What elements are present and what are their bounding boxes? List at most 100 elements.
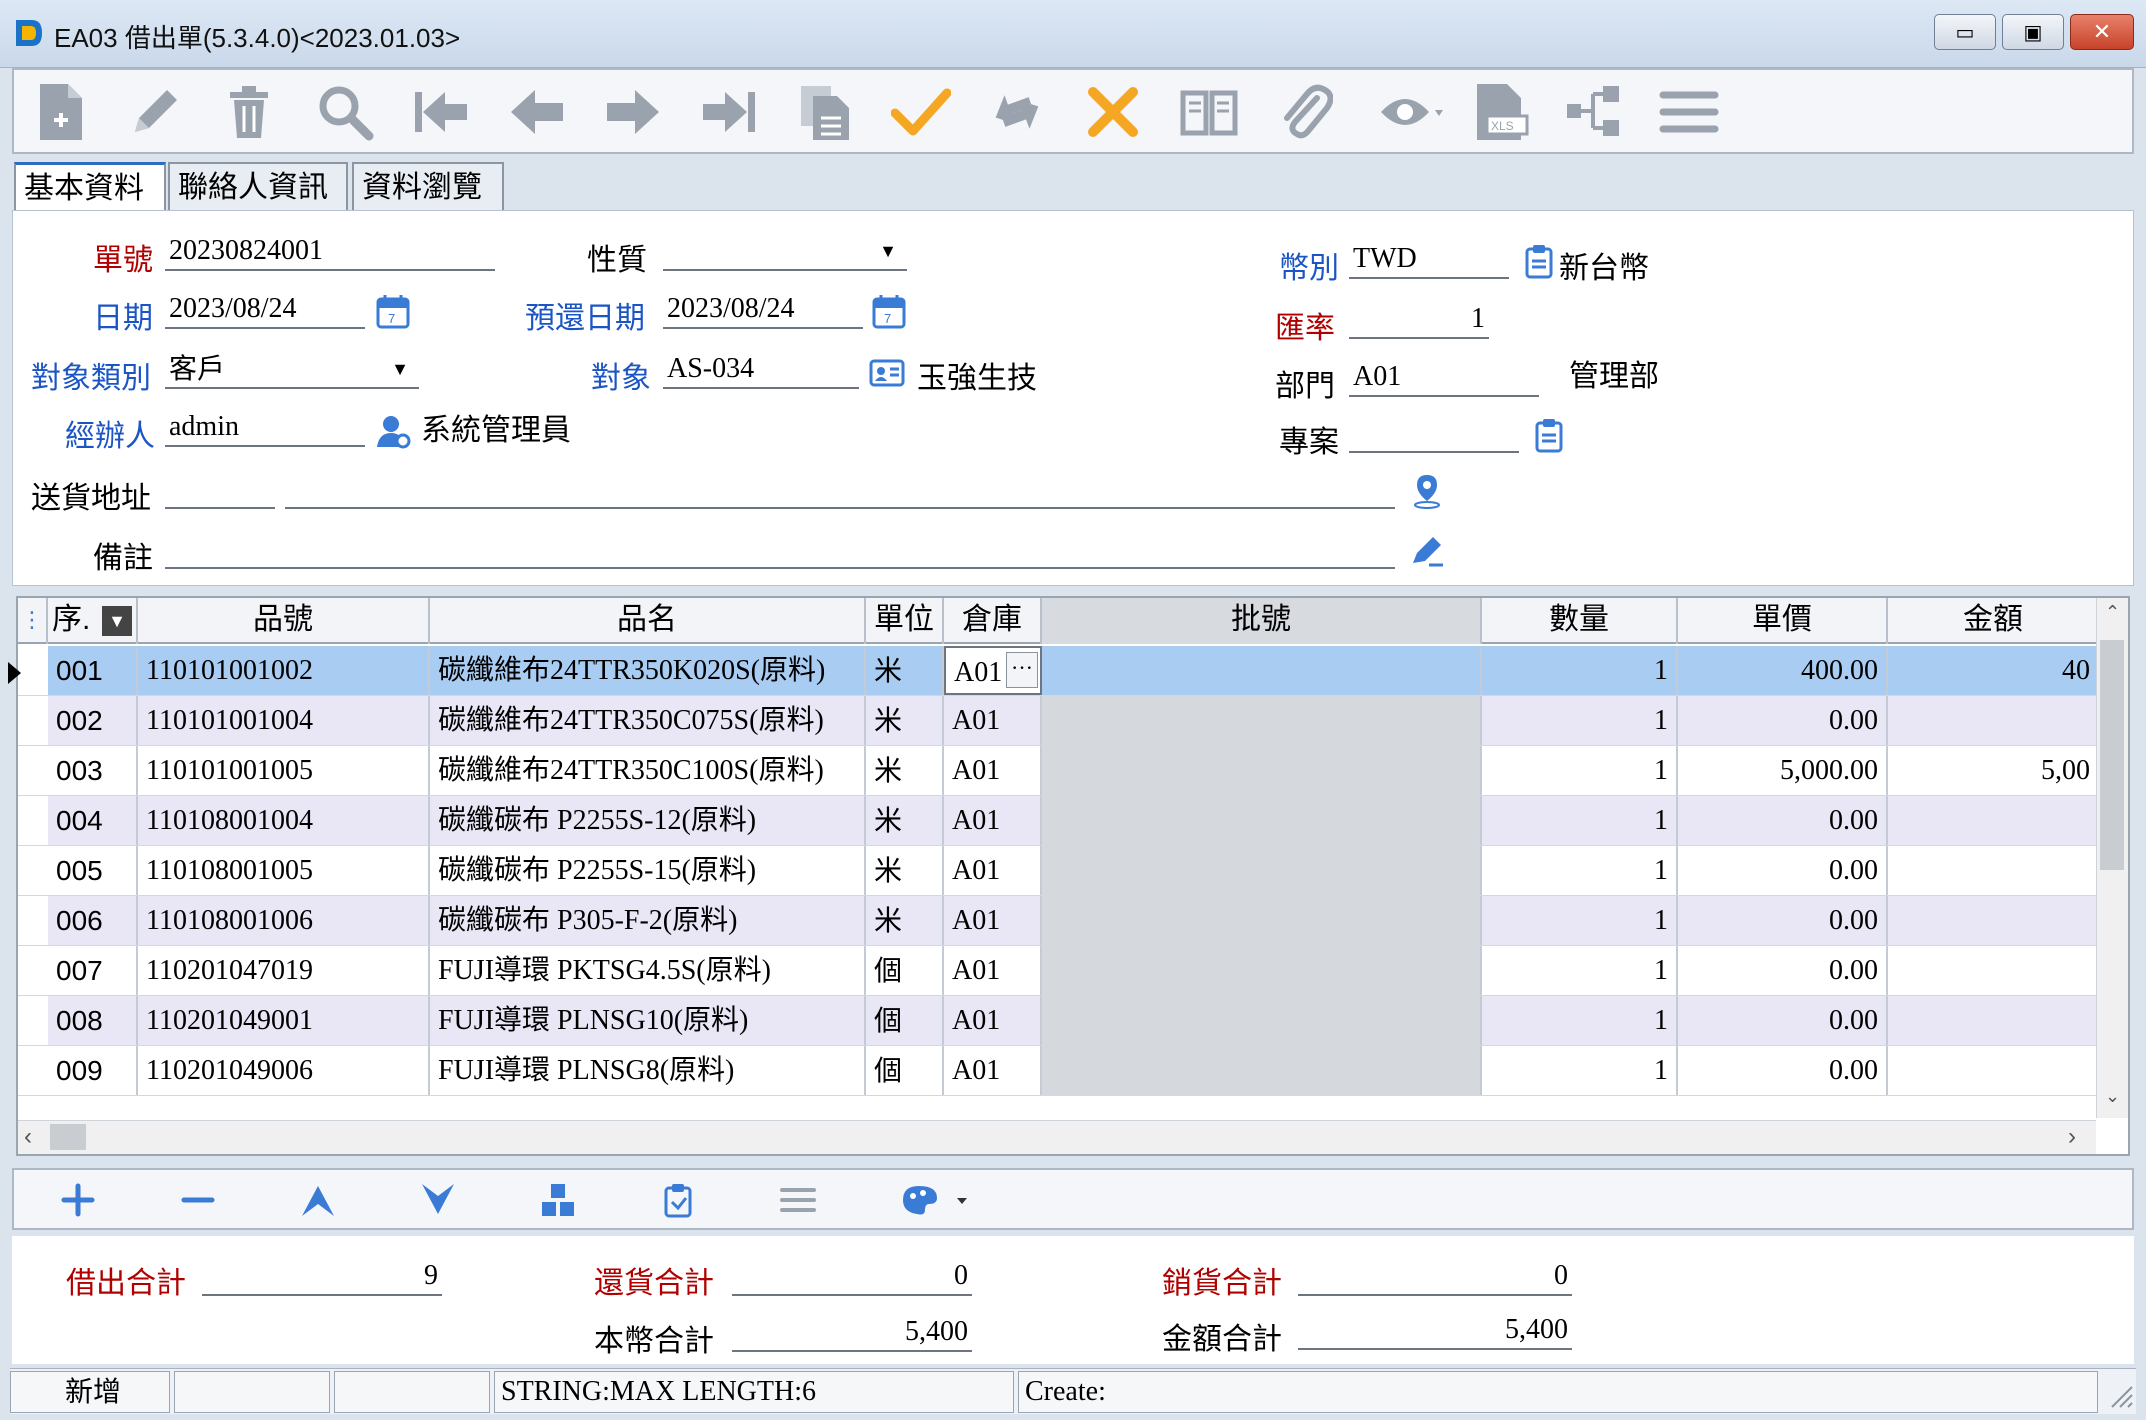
grid-cell-unit[interactable]: 米 [866, 896, 944, 945]
table-row[interactable]: 002 110101001004 碳纖維布24TTR350C075S(原料) 米 A01… [18, 696, 2098, 746]
table-row[interactable]: 004 110108001004 碳纖碳布 P2255S-12(原料) 米 A01 1 0.… [18, 796, 2098, 846]
tab-contact-info[interactable]: 聯絡人資訊 [168, 162, 348, 212]
search-button[interactable] [310, 78, 380, 146]
table-row[interactable]: 007 110201047019 FUJI導環 PKTSG4.5S(原料) 個 A01 1… [18, 946, 2098, 996]
grid-cell-price[interactable]: 0.00 [1678, 696, 1888, 745]
grid-cell-qty[interactable]: 1 [1482, 946, 1678, 995]
palette-dropdown-button[interactable] [894, 1178, 974, 1222]
table-row[interactable]: 009 110201049006 FUJI導環 PLNSG8(原料) 個 A01 1 0.0… [18, 1046, 2098, 1096]
add-row-button[interactable] [54, 1178, 102, 1222]
grid-cell-qty[interactable]: 1 [1482, 1046, 1678, 1095]
grid-cell-qty[interactable]: 1 [1482, 646, 1678, 695]
tab-data-browse[interactable]: 資料瀏覽 [352, 162, 504, 212]
grid-cell-name[interactable]: FUJI導環 PKTSG4.5S(原料) [430, 946, 866, 995]
grid-cell-wh[interactable]: A01 [944, 846, 1042, 895]
resize-grip-icon[interactable] [2108, 1383, 2134, 1409]
table-row[interactable]: 001 110101001002 碳纖維布24TTR350K020S(原料) 米 A01… [18, 646, 2098, 696]
grid-cell-price[interactable]: 0.00 [1678, 896, 1888, 945]
grid-cell-batch[interactable] [1042, 946, 1482, 995]
view-dropdown-button[interactable] [1366, 78, 1456, 146]
table-row[interactable]: 006 110108001006 碳纖碳布 P305-F-2(原料) 米 A01 1 0.0… [18, 896, 2098, 946]
excel-export-button[interactable]: XLS [1466, 78, 1536, 146]
grid-cell-qty[interactable]: 1 [1482, 696, 1678, 745]
grid-cell-unit[interactable]: 米 [866, 646, 944, 695]
maximize-button[interactable]: ▣ [2002, 14, 2064, 50]
calendar-icon[interactable]: 7 [871, 293, 907, 329]
header-seq[interactable]: 序. ▼ [48, 598, 138, 644]
grid-cell-seq[interactable]: 004 [48, 796, 138, 845]
grid-cell-amount[interactable] [1888, 946, 2098, 995]
calendar-icon[interactable]: 7 [375, 293, 411, 329]
grid-cell-amount[interactable]: 40 [1888, 646, 2098, 695]
table-row[interactable]: 003 110101001005 碳纖維布24TTR350C100S(原料) 米 A01… [18, 746, 2098, 796]
confirm-button[interactable] [886, 78, 956, 146]
grid-cell-amount[interactable] [1888, 846, 2098, 895]
header-amount[interactable]: 金額 [1888, 598, 2098, 644]
grid-cell-price[interactable]: 0.00 [1678, 846, 1888, 895]
grid-cell-name[interactable]: 碳纖維布24TTR350K020S(原料) [430, 646, 866, 695]
minimize-button[interactable]: ▭ [1934, 14, 1996, 50]
grid-cell-wh[interactable]: A01 [944, 946, 1042, 995]
grid-cell-qty[interactable]: 1 [1482, 796, 1678, 845]
grid-cell-amount[interactable] [1888, 1046, 2098, 1095]
dept-field[interactable]: A01 [1349, 357, 1539, 397]
grid-cell-wh[interactable]: A01 [944, 1046, 1042, 1095]
project-field[interactable] [1349, 413, 1519, 453]
grid-cell-name[interactable]: 碳纖維布24TTR350C100S(原料) [430, 746, 866, 795]
scroll-right-icon[interactable]: › [2068, 1123, 2076, 1151]
new-button[interactable] [26, 78, 96, 146]
date-field[interactable]: 2023/08/24 [165, 289, 365, 329]
grid-cell-unit[interactable]: 個 [866, 996, 944, 1045]
scroll-left-icon[interactable]: ‹ [24, 1123, 32, 1151]
grid-cell-price[interactable]: 5,000.00 [1678, 746, 1888, 795]
scroll-down-icon[interactable]: ⌄ [2105, 1086, 2120, 1107]
grid-cell-code[interactable]: 110201049006 [138, 1046, 430, 1095]
header-code[interactable]: 品號 [138, 598, 430, 644]
refresh-button[interactable] [982, 78, 1052, 146]
grid-cell-amount[interactable] [1888, 896, 2098, 945]
table-row[interactable]: 008 110201049001 FUJI導環 PLNSG10(原料) 個 A01 1 0.… [18, 996, 2098, 1046]
clipboard-icon[interactable] [1521, 243, 1557, 279]
grid-cell-code[interactable]: 110108001005 [138, 846, 430, 895]
clipboard-icon[interactable] [1531, 417, 1567, 453]
grid-cell-batch[interactable] [1042, 996, 1482, 1045]
grid-cell-seq[interactable]: 008 [48, 996, 138, 1045]
horizontal-scrollbar[interactable]: ‹ › [18, 1120, 2096, 1154]
vertical-scroll-thumb[interactable] [2100, 640, 2124, 870]
grid-cell-wh[interactable]: A01 [944, 746, 1042, 795]
lookup-ellipsis-button[interactable]: ··· [1006, 652, 1038, 688]
grid-cell-qty[interactable]: 1 [1482, 846, 1678, 895]
book-button[interactable] [1174, 78, 1244, 146]
doc-no-field[interactable]: 20230824001 [165, 231, 495, 271]
grid-cell-seq[interactable]: 006 [48, 896, 138, 945]
grid-cell-batch[interactable] [1042, 796, 1482, 845]
grid-cell-code[interactable]: 110201047019 [138, 946, 430, 995]
grid-cell-amount[interactable] [1888, 796, 2098, 845]
grid-options-icon[interactable]: ⋮ [18, 598, 48, 644]
cancel-button[interactable] [1078, 78, 1148, 146]
delete-button[interactable] [214, 78, 284, 146]
remark-field[interactable] [165, 529, 1395, 569]
first-record-button[interactable] [406, 78, 476, 146]
grid-cell-qty[interactable]: 1 [1482, 896, 1678, 945]
header-warehouse[interactable]: 倉庫 [944, 598, 1042, 644]
grid-cell-code[interactable]: 110201049001 [138, 996, 430, 1045]
list-button[interactable] [774, 1178, 822, 1222]
paste-button[interactable] [654, 1178, 702, 1222]
grid-cell-wh[interactable]: A01 [944, 696, 1042, 745]
grid-cell-qty[interactable]: 1 [1482, 996, 1678, 1045]
grid-cell-amount[interactable] [1888, 996, 2098, 1045]
grid-cell-seq[interactable]: 007 [48, 946, 138, 995]
map-pin-icon[interactable] [1409, 473, 1445, 509]
edit-note-icon[interactable] [1409, 533, 1445, 569]
grid-cell-wh[interactable]: A01 [944, 796, 1042, 845]
grid-cell-price[interactable]: 0.00 [1678, 946, 1888, 995]
grid-cell-name[interactable]: 碳纖碳布 P305-F-2(原料) [430, 896, 866, 945]
grid-cell-seq[interactable]: 005 [48, 846, 138, 895]
menu-button[interactable] [1654, 78, 1724, 146]
attachment-button[interactable] [1270, 78, 1340, 146]
grid-cell-unit[interactable]: 米 [866, 846, 944, 895]
grid-cell-seq[interactable]: 003 [48, 746, 138, 795]
last-record-button[interactable] [694, 78, 764, 146]
grid-cell-batch[interactable] [1042, 746, 1482, 795]
